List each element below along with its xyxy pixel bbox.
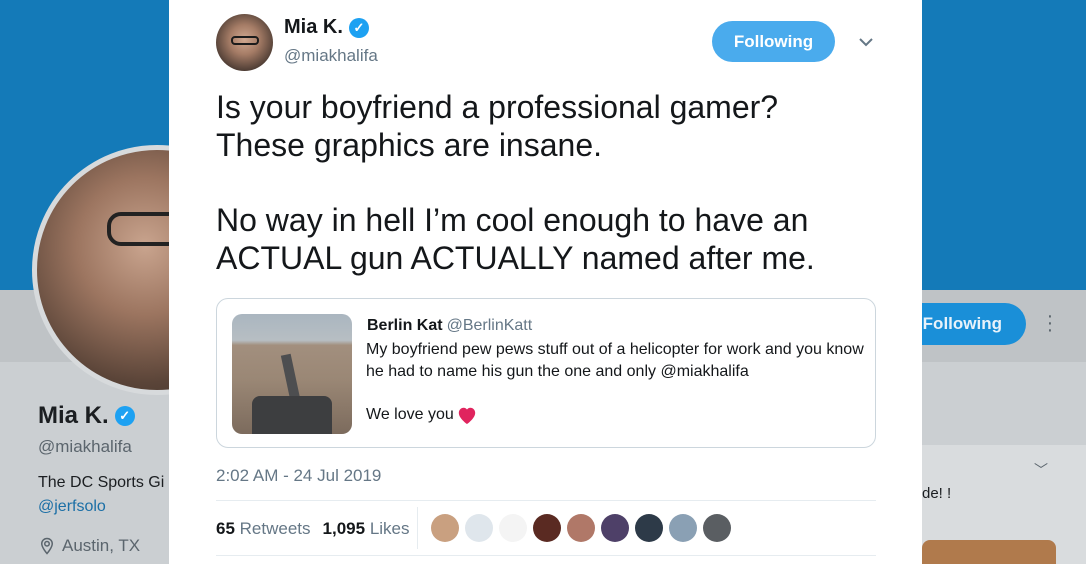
author-avatar[interactable] xyxy=(216,14,273,71)
liker-avatar[interactable] xyxy=(465,514,493,542)
profile-name: Mia K. ✓ xyxy=(38,402,135,430)
tweet-line: ACTUAL gun ACTUALLY named after me. xyxy=(216,240,815,276)
divider xyxy=(216,500,876,501)
liker-avatar[interactable] xyxy=(635,514,663,542)
side-panel-text: de! ! xyxy=(922,485,952,502)
verified-icon: ✓ xyxy=(114,406,135,426)
divider xyxy=(417,507,418,549)
liker-avatars xyxy=(431,514,731,542)
profile-handle: @miakhalifa xyxy=(38,437,132,456)
likes-stat[interactable]: 1,095 Likes xyxy=(323,519,410,539)
verified-icon: ✓ xyxy=(348,17,369,38)
following-button[interactable]: Following xyxy=(712,21,835,62)
liker-avatar[interactable] xyxy=(431,514,459,542)
liker-avatar[interactable] xyxy=(533,514,561,542)
side-panel-photo xyxy=(922,540,1056,564)
quoted-tweet[interactable]: Berlin Kat @BerlinKatt My boyfriend pew p… xyxy=(216,298,876,448)
quoted-tweet-closing: We love you xyxy=(366,405,478,425)
profile-location: Austin, TX xyxy=(38,536,140,556)
profile-bio: The DC Sports Gi xyxy=(38,474,165,491)
location-pin-icon xyxy=(40,537,54,555)
quoted-author[interactable]: Berlin Kat @BerlinKatt xyxy=(367,317,532,335)
more-options-icon[interactable]: · · · xyxy=(1044,306,1056,340)
liker-avatar[interactable] xyxy=(669,514,697,542)
divider xyxy=(216,555,876,556)
tweet-timestamp[interactable]: 2:02 AM - 24 Jul 2019 xyxy=(216,466,381,486)
tweet-line: Is your boyfriend a professional gamer? xyxy=(216,89,779,125)
quoted-tweet-image[interactable] xyxy=(232,314,352,434)
liker-avatar[interactable] xyxy=(703,514,731,542)
chevron-down-icon[interactable] xyxy=(857,33,875,51)
tweet-stats: 65 Retweets 1,095 Likes xyxy=(216,519,410,539)
author-handle[interactable]: @miakhalifa xyxy=(284,46,378,66)
liker-avatar[interactable] xyxy=(499,514,527,542)
profile-bio-link[interactable]: @jerfsolo xyxy=(38,498,106,516)
liker-avatar[interactable] xyxy=(567,514,595,542)
author-name[interactable]: Mia K. ✓ xyxy=(284,16,369,39)
quoted-tweet-text: My boyfriend pew pews stuff out of a hel… xyxy=(366,341,864,380)
tweet-modal: Mia K. ✓ @miakhalifa Following Is your b… xyxy=(169,0,922,564)
tweet-line: These graphics are insane. xyxy=(216,127,602,163)
liker-avatar[interactable] xyxy=(601,514,629,542)
chevron-down-icon[interactable]: ﹀ xyxy=(1034,460,1048,480)
tweet-text: Is your boyfriend a professional gamer? … xyxy=(216,88,876,277)
heart-emoji-icon xyxy=(458,407,475,425)
tweet-line: No way in hell I’m cool enough to have a… xyxy=(216,202,809,238)
retweets-stat[interactable]: 65 Retweets xyxy=(216,519,311,539)
